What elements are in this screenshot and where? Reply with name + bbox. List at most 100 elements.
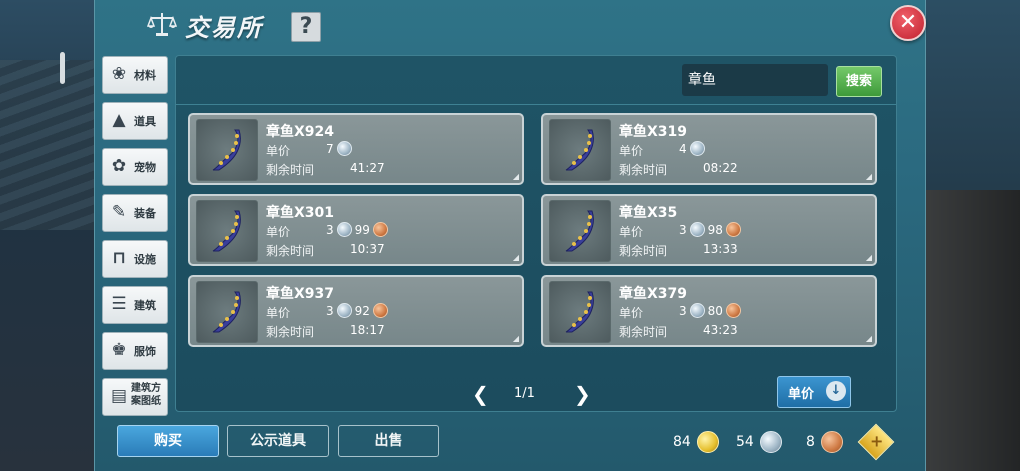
drag-handle[interactable] bbox=[60, 52, 65, 84]
sidebar-item-pet[interactable]: ✿ 宠物 bbox=[102, 148, 168, 186]
sidebar-item-item[interactable]: ▲ 道具 bbox=[102, 102, 168, 140]
octopus-tentacle-icon bbox=[565, 129, 594, 171]
price-label: 单价 bbox=[266, 144, 291, 158]
silver-coin-icon bbox=[689, 141, 705, 156]
item-thumbnail bbox=[549, 281, 611, 343]
octopus-tentacle-icon bbox=[565, 210, 594, 252]
time-remaining: 13:33 bbox=[703, 242, 738, 256]
sort-arrow-icon: ↓ bbox=[826, 381, 846, 401]
silver-amount: 4 bbox=[679, 141, 687, 156]
time-label: 剩余时间 bbox=[619, 163, 668, 177]
item-price: 3 99 bbox=[326, 222, 388, 237]
sidebar-item-label: 设施 bbox=[134, 253, 156, 266]
add-currency-button[interactable]: + bbox=[857, 423, 895, 461]
silver-amount: 3 bbox=[679, 303, 687, 318]
silver-coin-icon bbox=[689, 222, 705, 237]
listing-card[interactable]: 章鱼X319 单价 4 剩余时间 08:22 ◢ bbox=[541, 113, 877, 185]
time-remaining: 41:27 bbox=[350, 161, 385, 175]
background-right bbox=[924, 0, 1020, 471]
sidebar-item-label: 建筑方案图纸 bbox=[131, 383, 161, 407]
sidebar-item-label: 建筑 bbox=[134, 299, 156, 312]
gold-coin-icon bbox=[696, 431, 719, 453]
listing-card[interactable]: 章鱼X379 单价 3 80 剩余时间 43:23 ◢ bbox=[541, 275, 877, 347]
sidebar-item-label: 宠物 bbox=[134, 161, 156, 174]
help-button[interactable]: ? bbox=[291, 12, 321, 42]
listing-card[interactable]: 章鱼X937 单价 3 92 剩余时间 18:17 ◢ bbox=[188, 275, 524, 347]
price-label: 单价 bbox=[619, 306, 644, 320]
building-icon: ☰ bbox=[111, 294, 127, 314]
equipment-icon: ✎ bbox=[111, 202, 127, 222]
exchange-panel: 交易所 ? ✕ ❀ 材料 ▲ 道具 ✿ 宠物 ✎ 装备 ⊓ 设施 ☰ 建筑 ♚ bbox=[94, 0, 926, 471]
sidebar-item-label: 服饰 bbox=[134, 345, 156, 358]
silver-coin-icon bbox=[336, 141, 352, 156]
sidebar-item-label: 道具 bbox=[134, 115, 156, 128]
copper-amount: 80 bbox=[707, 303, 723, 318]
price-label: 单价 bbox=[619, 225, 644, 239]
silver-amount: 3 bbox=[679, 222, 687, 237]
silver-amount: 7 bbox=[326, 141, 334, 156]
time-remaining: 18:17 bbox=[350, 323, 385, 337]
corner-icon: ◢ bbox=[512, 172, 519, 181]
prev-page-button[interactable]: ❮ bbox=[472, 382, 489, 406]
silver-coin-icon bbox=[336, 222, 352, 237]
copper-amount: 92 bbox=[354, 303, 370, 318]
item-thumbnail bbox=[549, 119, 611, 181]
time-remaining: 08:22 bbox=[703, 161, 738, 175]
octopus-tentacle-icon bbox=[565, 291, 594, 333]
item-name: 章鱼X937 bbox=[266, 286, 335, 302]
silver-amount: 3 bbox=[326, 303, 334, 318]
copper-amount: 98 bbox=[707, 222, 723, 237]
sidebar-item-equipment[interactable]: ✎ 装备 bbox=[102, 194, 168, 232]
listing-area: 章鱼 搜索 章鱼X924 单价 7 剩余时间 41:27 ◢ 章鱼X319 单价… bbox=[175, 55, 897, 412]
sort-by-price-button[interactable]: 单价 ↓ bbox=[777, 376, 851, 408]
time-label: 剩余时间 bbox=[266, 244, 315, 258]
time-remaining: 43:23 bbox=[703, 323, 738, 337]
item-price: 7 bbox=[326, 141, 352, 156]
time-label: 剩余时间 bbox=[266, 325, 315, 339]
search-button[interactable]: 搜索 bbox=[836, 66, 882, 97]
item-thumbnail bbox=[196, 119, 258, 181]
price-label: 单价 bbox=[266, 306, 291, 320]
price-label: 单价 bbox=[266, 225, 291, 239]
time-label: 剩余时间 bbox=[619, 325, 668, 339]
listing-card[interactable]: 章鱼X301 单价 3 99 剩余时间 10:37 ◢ bbox=[188, 194, 524, 266]
silver-amount: 54 bbox=[736, 434, 754, 450]
listing-card[interactable]: 章鱼X924 单价 7 剩余时间 41:27 ◢ bbox=[188, 113, 524, 185]
sidebar-item-clothing[interactable]: ♚ 服饰 bbox=[102, 332, 168, 370]
copper-amount: 8 bbox=[806, 434, 815, 450]
item-name: 章鱼X379 bbox=[619, 286, 688, 302]
copper-coin-icon bbox=[372, 222, 388, 237]
octopus-tentacle-icon bbox=[212, 291, 241, 333]
background-left bbox=[0, 0, 94, 471]
listing-card[interactable]: 章鱼X35 单价 3 98 剩余时间 13:33 ◢ bbox=[541, 194, 877, 266]
item-thumbnail bbox=[196, 200, 258, 262]
corner-icon: ◢ bbox=[512, 334, 519, 343]
silver-coin-icon bbox=[689, 303, 705, 318]
copper-balance: 8 bbox=[806, 431, 843, 453]
silver-balance: 54 bbox=[736, 431, 782, 453]
item-name: 章鱼X301 bbox=[266, 205, 335, 221]
tab-buy[interactable]: 购买 bbox=[117, 425, 219, 457]
corner-icon: ◢ bbox=[865, 172, 872, 181]
corner-icon: ◢ bbox=[512, 253, 519, 262]
plus-icon: + bbox=[870, 431, 884, 451]
item-name: 章鱼X319 bbox=[619, 124, 688, 140]
tab-sell[interactable]: 出售 bbox=[338, 425, 439, 457]
sidebar-item-label: 装备 bbox=[134, 207, 156, 220]
item-thumbnail bbox=[196, 281, 258, 343]
copper-coin-icon bbox=[725, 222, 741, 237]
sidebar-item-blueprint[interactable]: ▤ 建筑方案图纸 bbox=[102, 378, 168, 416]
search-input[interactable]: 章鱼 bbox=[682, 64, 828, 96]
item-thumbnail bbox=[549, 200, 611, 262]
tab-public-items[interactable]: 公示道具 bbox=[227, 425, 329, 457]
next-page-button[interactable]: ❯ bbox=[574, 382, 591, 406]
sidebar-item-material[interactable]: ❀ 材料 bbox=[102, 56, 168, 94]
corner-icon: ◢ bbox=[865, 253, 872, 262]
clothing-icon: ♚ bbox=[111, 340, 127, 360]
close-button[interactable]: ✕ bbox=[890, 5, 926, 41]
sidebar-item-facility[interactable]: ⊓ 设施 bbox=[102, 240, 168, 278]
sidebar-item-building[interactable]: ☰ 建筑 bbox=[102, 286, 168, 324]
copper-amount: 99 bbox=[354, 222, 370, 237]
divider bbox=[176, 104, 896, 105]
scale-icon bbox=[147, 13, 177, 36]
